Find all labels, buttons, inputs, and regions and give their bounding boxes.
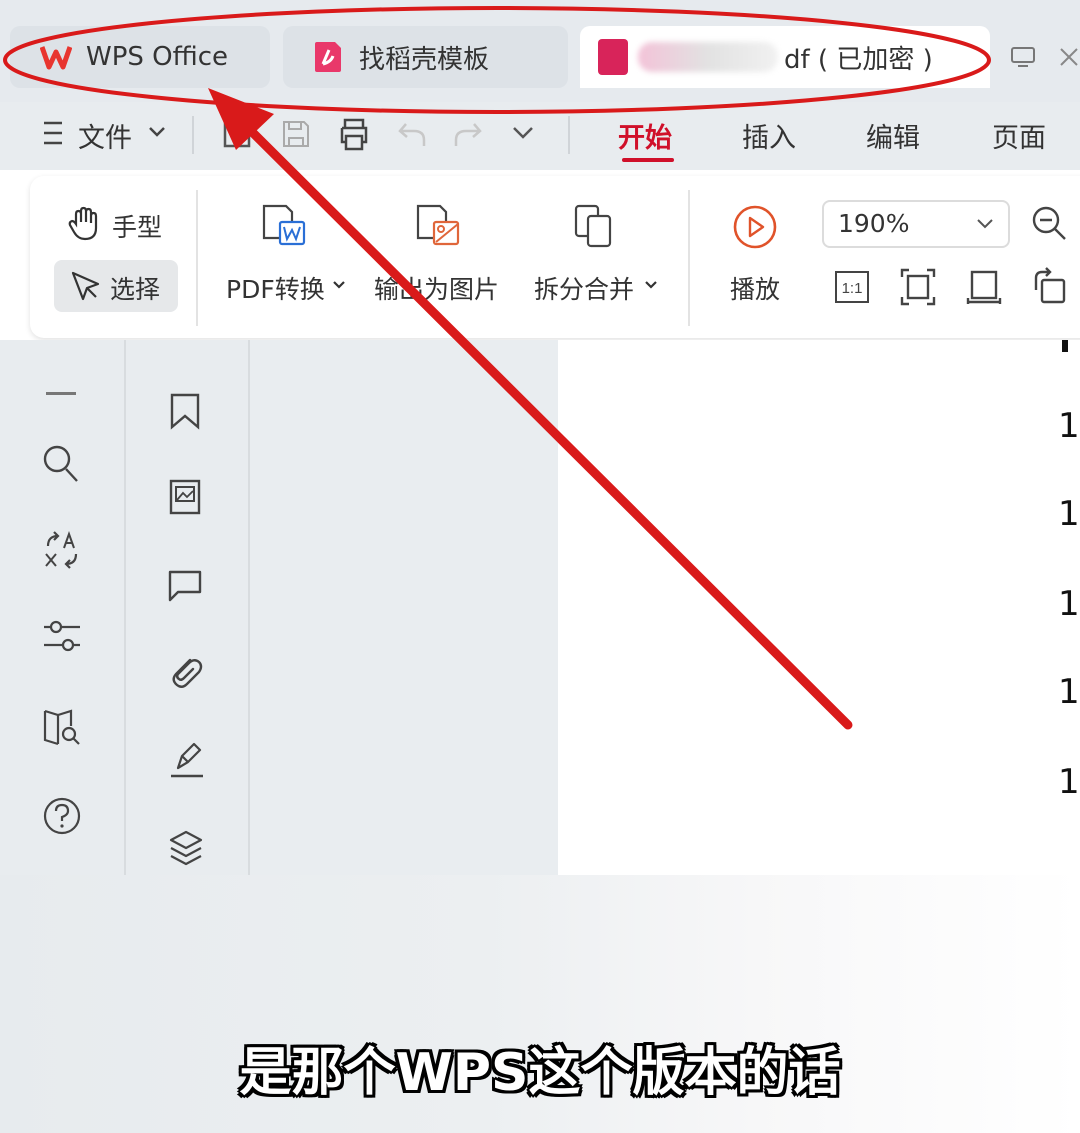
video-subtitle: 是那个WPS这个版本的话: [239, 1043, 841, 1103]
annotation-ellipse: [3, 6, 991, 114]
annotation-arrow-shaft: [223, 103, 853, 730]
annotation-overlay: [3, 6, 991, 730]
